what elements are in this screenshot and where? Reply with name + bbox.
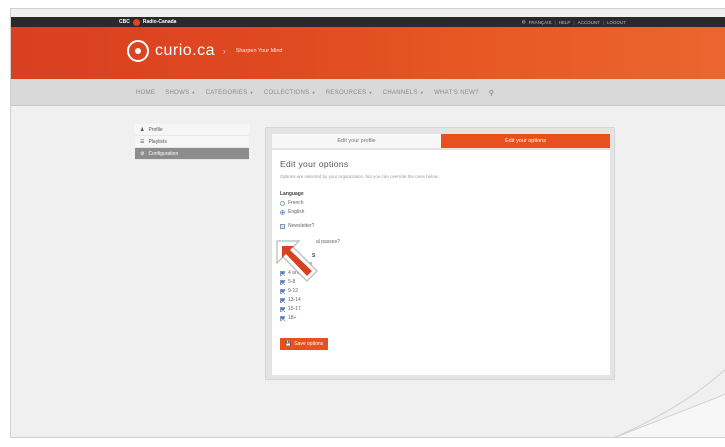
page-curl-decoration xyxy=(614,369,725,437)
browser-viewport: CBC Radio-Canada ◍ FRANÇAIS | HELP | ACC… xyxy=(10,8,725,438)
